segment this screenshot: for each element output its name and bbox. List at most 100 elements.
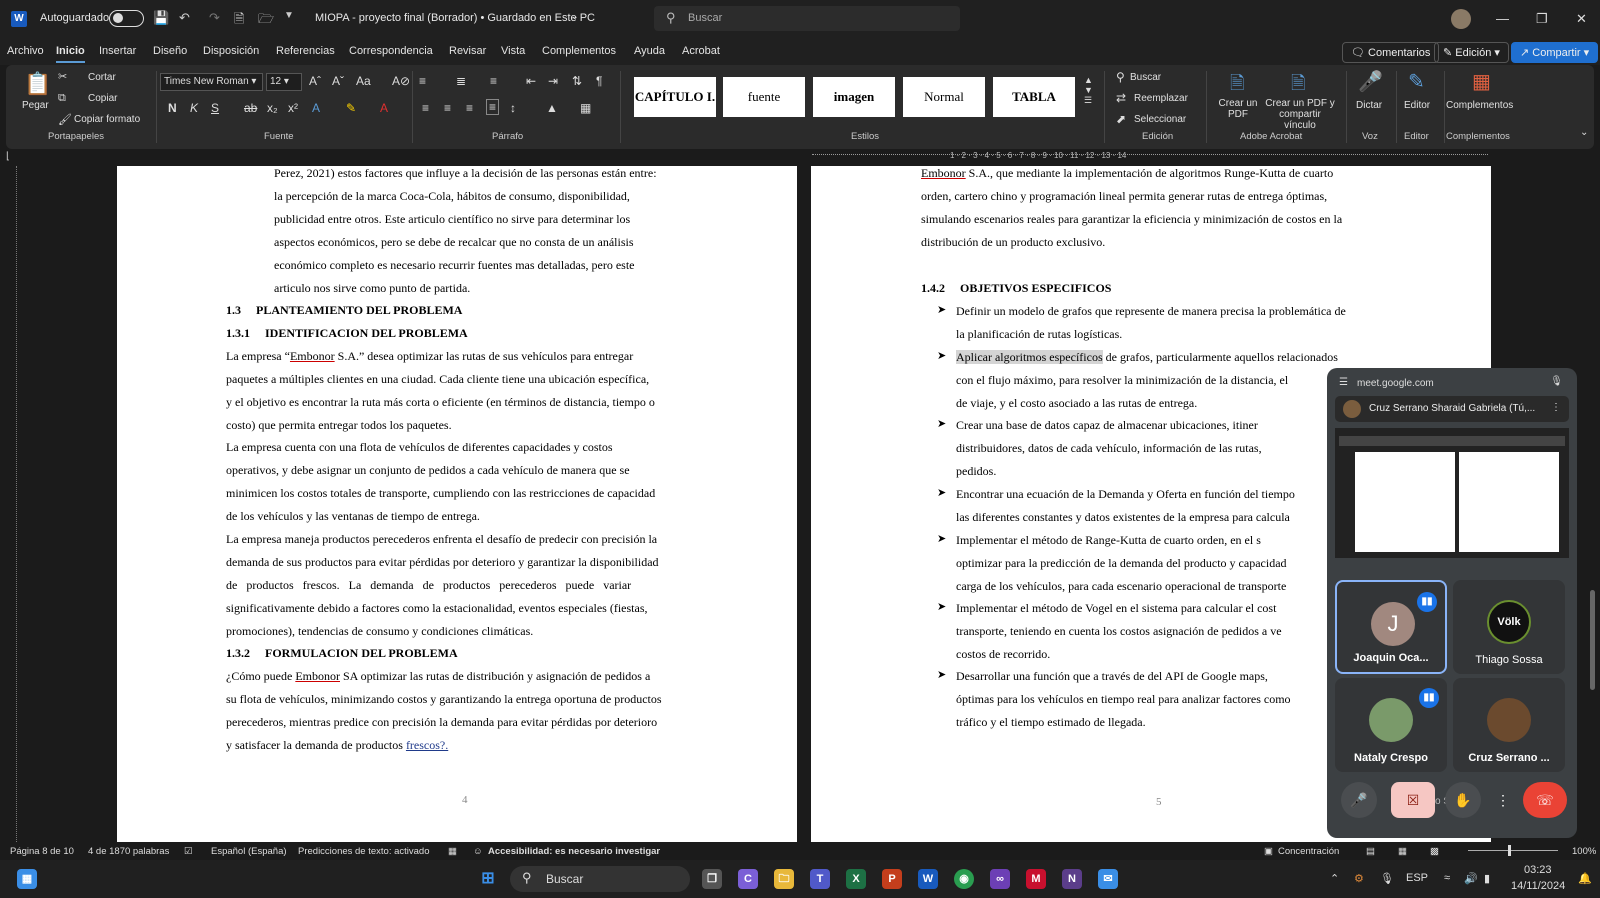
find-button[interactable]: Buscar — [1130, 72, 1161, 83]
task-view-icon[interactable]: ❐ — [702, 869, 722, 889]
tab-archivo[interactable]: Archivo — [7, 45, 44, 57]
print-layout-icon[interactable]: ▦ — [1398, 846, 1407, 857]
dictate-button[interactable]: Dictar — [1356, 100, 1382, 111]
taskbar-search[interactable]: ⚲ Buscar — [510, 866, 690, 892]
customize-quick-access-icon[interactable]: ▼ — [284, 10, 294, 21]
collapse-ribbon-icon[interactable]: ⌄ — [1580, 127, 1588, 138]
restore-icon[interactable]: ❐ — [1536, 11, 1548, 27]
show-formatting-icon[interactable]: ¶ — [596, 74, 602, 88]
excel-icon[interactable]: X — [846, 869, 866, 889]
microphone-button[interactable]: 🎤 — [1341, 782, 1377, 818]
tab-complementos[interactable]: Complementos — [542, 45, 616, 57]
justify-icon[interactable]: ≡ — [486, 99, 500, 115]
borders-icon[interactable]: ▦ — [580, 101, 591, 115]
microphone-icon[interactable]: 🎙 — [1380, 872, 1394, 885]
selected-text[interactable]: Aplicar algoritmos específicos — [956, 350, 1103, 364]
align-right-icon[interactable]: ≡ — [466, 101, 473, 115]
clear-formatting-icon[interactable]: A⊘ — [392, 74, 410, 88]
participant-tile[interactable]: ▮▮ Nataly Crespo — [1335, 678, 1447, 772]
tab-vista[interactable]: Vista — [501, 45, 525, 57]
notification-bell-icon[interactable]: 🔔 — [1578, 872, 1592, 885]
bullets-icon[interactable]: ≡ — [419, 74, 426, 88]
subscript-icon[interactable]: x₂ — [267, 101, 278, 115]
page-count[interactable]: Página 8 de 10 — [10, 846, 74, 857]
grow-font-icon[interactable]: Aˆ — [309, 74, 321, 88]
cut-button[interactable]: Cortar — [88, 72, 116, 83]
style-imagen[interactable]: imagen — [813, 77, 895, 117]
search-box[interactable]: ⚲ Buscar — [654, 6, 960, 31]
spelling-flagged-word[interactable]: Embonor — [295, 669, 340, 683]
style-normal[interactable]: Normal — [903, 77, 985, 117]
close-icon[interactable]: ✕ — [1576, 11, 1587, 27]
font-color-icon[interactable]: A — [380, 101, 388, 115]
align-center-icon[interactable]: ≡ — [444, 101, 451, 115]
accessibility-status[interactable]: Accesibilidad: es necesario investigar — [488, 846, 660, 857]
app-icon-purple[interactable]: N — [1062, 869, 1082, 889]
chrome-icon[interactable]: ◉ — [954, 869, 974, 889]
change-case-icon[interactable]: Aa — [356, 74, 371, 88]
style-tabla[interactable]: TABLA — [993, 77, 1075, 117]
style-fuente[interactable]: fuente — [723, 77, 805, 117]
editing-mode-button[interactable]: ✎ Edición ▾ — [1434, 42, 1509, 63]
align-left-icon[interactable]: ≡ — [422, 101, 429, 115]
copy-button[interactable]: Copiar — [88, 93, 117, 104]
tab-diseno[interactable]: Diseño — [153, 45, 187, 57]
participant-tile[interactable]: Cruz Serrano ... — [1453, 678, 1565, 772]
read-mode-icon[interactable]: ▤ — [1366, 846, 1375, 857]
zoom-slider-thumb[interactable] — [1508, 845, 1511, 856]
meet-presenter-tab[interactable]: Cruz Serrano Sharaid Gabriela (Tú,... ⋮ — [1335, 396, 1569, 422]
spelling-flagged-word[interactable]: Embonor — [921, 166, 966, 180]
chevron-up-icon[interactable]: ⌃ — [1330, 872, 1339, 885]
meet-pip-window[interactable]: ☰ meet.google.com 🎙 Cruz Serrano Sharaid… — [1327, 368, 1577, 838]
styles-scroll-icon[interactable]: ▲ ▼ ☰ — [1084, 75, 1093, 106]
select-button[interactable]: Seleccionar — [1134, 114, 1186, 125]
app-icon-red[interactable]: M — [1026, 869, 1046, 889]
vertical-scrollbar[interactable] — [1590, 590, 1595, 690]
tab-acrobat[interactable]: Acrobat — [682, 45, 720, 57]
shading-icon[interactable]: ▲ — [546, 101, 558, 115]
superscript-icon[interactable]: x² — [288, 101, 298, 115]
italic-icon[interactable]: K — [190, 101, 198, 115]
proofing-icon[interactable]: ☑ — [184, 846, 193, 857]
focus-mode-button[interactable]: Concentración — [1278, 846, 1339, 857]
addins-button[interactable]: Complementos — [1446, 100, 1513, 111]
sort-icon[interactable]: ⇅ — [572, 74, 582, 88]
copilot-icon[interactable]: C — [738, 869, 758, 889]
visual-studio-icon[interactable]: ∞ — [990, 869, 1010, 889]
style-capitulo[interactable]: CAPÍTULO I. — [634, 77, 716, 117]
camera-off-button[interactable]: ☒ — [1391, 782, 1435, 818]
battery-icon[interactable]: ▮ — [1484, 872, 1490, 885]
decrease-indent-icon[interactable]: ⇤ — [526, 74, 536, 88]
multilevel-list-icon[interactable]: ≡ — [490, 74, 497, 88]
widgets-icon[interactable]: ▦ — [17, 869, 37, 889]
comments-button[interactable]: 🗨 Comentarios — [1342, 42, 1440, 63]
participant-tile[interactable]: Völk Thiago Sossa — [1453, 580, 1565, 674]
end-call-button[interactable]: ☏ — [1523, 782, 1567, 818]
word-icon[interactable]: W — [918, 869, 938, 889]
tab-insertar[interactable]: Insertar — [99, 45, 136, 57]
tab-ayuda[interactable]: Ayuda — [634, 45, 665, 57]
participant-tile[interactable]: J ▮▮ Joaquin Oca... — [1335, 580, 1447, 674]
horizontal-ruler[interactable]: ⌊ 1 · 2 · 3 · 4 · 5 · 6 · 7 · 8 · 9 · 10… — [0, 149, 1600, 166]
format-painter-button[interactable]: Copiar formato — [74, 114, 140, 125]
autosave-toggle[interactable] — [109, 10, 144, 27]
start-icon[interactable]: ⊞ — [478, 869, 498, 889]
more-options-icon[interactable]: ⋮ — [1551, 402, 1561, 413]
clock-date[interactable]: 14/11/2024 — [1511, 880, 1565, 892]
user-avatar[interactable] — [1451, 9, 1471, 29]
paste-button[interactable]: Pegar — [22, 100, 49, 111]
raise-hand-button[interactable]: ✋ — [1445, 782, 1481, 818]
page-4[interactable]: Perez, 2021) estos factores que influye … — [117, 166, 797, 842]
font-name-select[interactable]: Times New Roman ▾ — [160, 73, 263, 91]
replace-button[interactable]: Reemplazar — [1134, 93, 1188, 104]
create-pdf-share-button[interactable]: Crear un PDF y compartir vínculo — [1262, 98, 1338, 131]
powerpoint-icon[interactable]: P — [882, 869, 902, 889]
editor-button[interactable]: Editor — [1404, 100, 1430, 111]
bold-icon[interactable]: N — [168, 101, 177, 115]
new-document-icon[interactable]: 🗎 — [234, 10, 244, 32]
vertical-ruler[interactable] — [0, 166, 17, 842]
tab-disposicion[interactable]: Disposición — [203, 45, 259, 57]
highlight-icon[interactable]: ✎ — [346, 101, 356, 115]
increase-indent-icon[interactable]: ⇥ — [548, 74, 558, 88]
app-tray-icon[interactable]: ⚙ — [1354, 872, 1364, 885]
